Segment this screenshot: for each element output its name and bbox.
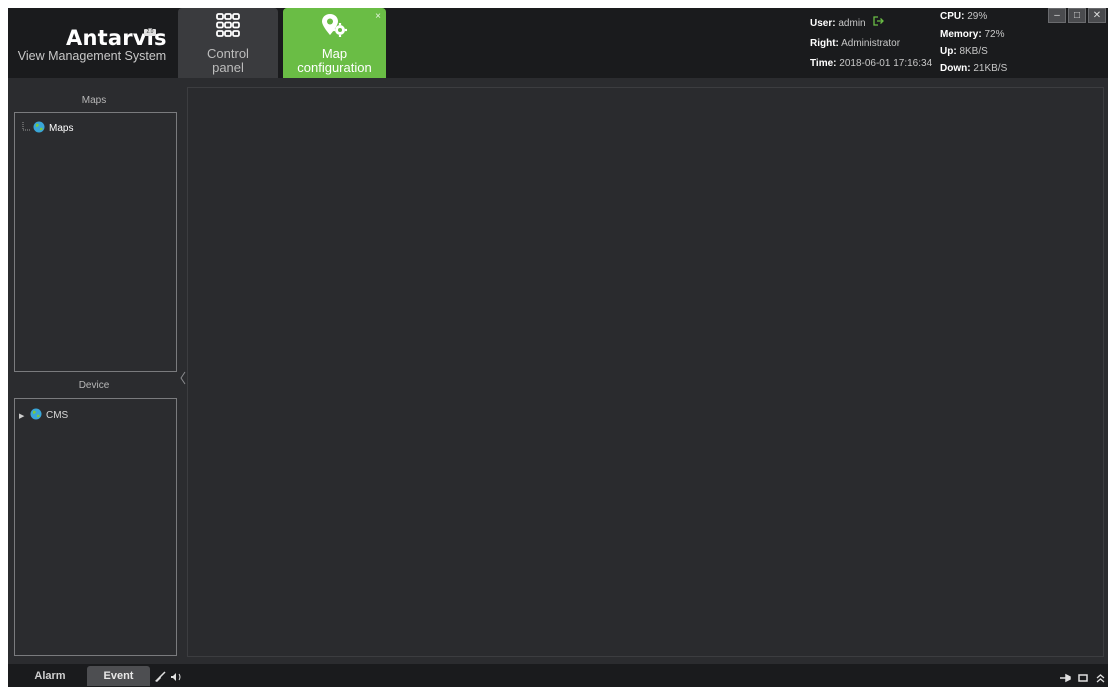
- status-cpu: CPU: 29%: [940, 10, 987, 24]
- tab-close-icon[interactable]: ×: [375, 10, 381, 24]
- status-download: Down: 21KB/S: [940, 62, 1007, 76]
- memory-value: 72%: [984, 29, 1005, 40]
- status-user: User: admin: [810, 16, 885, 31]
- close-button[interactable]: ✕: [1088, 8, 1106, 23]
- tab-event[interactable]: Event: [87, 666, 150, 686]
- time-label: Time:: [810, 58, 837, 69]
- tree-connector-icon: [21, 122, 31, 135]
- left-panel: Maps Maps Device ▶ CMS: [8, 78, 180, 660]
- maximize-button[interactable]: □: [1068, 8, 1086, 23]
- device-tree[interactable]: ▶ CMS: [14, 398, 177, 656]
- grid-icon: [216, 13, 240, 40]
- down-value: 21KB/S: [973, 63, 1008, 74]
- speaker-icon[interactable]: [171, 670, 183, 688]
- status-right: Right: Administrator: [810, 37, 900, 51]
- pin-icon[interactable]: [1060, 670, 1072, 688]
- logout-icon[interactable]: [873, 16, 885, 31]
- user-label: User:: [810, 18, 836, 30]
- window-restore-icon[interactable]: [1078, 670, 1088, 688]
- logo: Antarvis 2.0 View Management System: [8, 8, 176, 78]
- tab-label-line1: Control: [207, 46, 249, 61]
- user-value: admin: [838, 18, 866, 30]
- right-label: Right:: [810, 38, 839, 49]
- window-controls: – □ ✕: [1048, 8, 1108, 24]
- map-gear-icon: [321, 13, 349, 42]
- cpu-label: CPU:: [940, 11, 965, 22]
- tab-control-panel-label: Control panel: [178, 47, 278, 75]
- logo-subtitle: View Management System: [17, 49, 167, 63]
- map-canvas[interactable]: [187, 87, 1104, 657]
- status-memory: Memory: 72%: [940, 28, 1004, 42]
- minimize-button[interactable]: –: [1048, 8, 1066, 23]
- memory-label: Memory:: [940, 29, 982, 40]
- tab-label-line2: configuration: [297, 60, 372, 75]
- down-label: Down:: [940, 63, 971, 74]
- tree-item-label: Maps: [49, 123, 74, 134]
- tab-label-line2: panel: [212, 60, 244, 75]
- collapse-up-icon[interactable]: [1096, 670, 1105, 688]
- tree-item-cms[interactable]: ▶ CMS: [19, 408, 68, 423]
- tab-map-configuration-label: Map configuration: [283, 47, 386, 75]
- globe-icon: [33, 121, 45, 136]
- up-label: Up:: [940, 46, 957, 57]
- status-upload: Up: 8KB/S: [940, 45, 988, 59]
- cpu-value: 29%: [967, 11, 988, 22]
- panel-collapse-handle[interactable]: [180, 368, 186, 388]
- time-value: 2018-06-01 17:16:34: [839, 58, 933, 69]
- app-window: Antarvis 2.0 View Management System Cont…: [8, 8, 1108, 687]
- clear-broom-icon[interactable]: [154, 670, 166, 688]
- tab-alarm[interactable]: Alarm: [14, 666, 86, 686]
- maps-tree[interactable]: Maps: [14, 112, 177, 372]
- tab-map-configuration[interactable]: × Map configuration: [283, 8, 386, 78]
- right-value: Administrator: [841, 38, 901, 49]
- tree-item-maps[interactable]: Maps: [21, 121, 73, 136]
- status-time: Time: 2018-06-01 17:16:34: [810, 57, 932, 71]
- maps-panel-title: Maps: [81, 95, 107, 106]
- globe-icon: [30, 408, 42, 423]
- device-panel-title: Device: [78, 380, 110, 391]
- tab-control-panel[interactable]: Control panel: [178, 8, 278, 78]
- tree-item-label: CMS: [46, 410, 69, 421]
- expand-arrow-icon[interactable]: ▶: [19, 412, 28, 420]
- header-bar: Antarvis 2.0 View Management System Cont…: [8, 8, 1108, 78]
- footer-bar: Alarm Event: [8, 664, 1108, 687]
- tab-label-line1: Map: [321, 46, 348, 61]
- up-value: 8KB/S: [959, 46, 988, 57]
- logo-badge: 2.0: [144, 29, 156, 36]
